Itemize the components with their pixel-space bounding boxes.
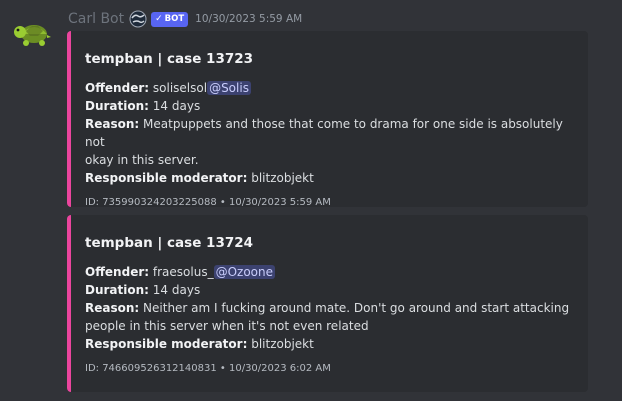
duration-label: Duration: bbox=[85, 283, 149, 297]
reason-value-continued: okay in this server. bbox=[85, 153, 199, 167]
reason-value-continued: people in this server when it's not even… bbox=[85, 319, 369, 333]
offender-name: fraesolus_ bbox=[152, 265, 214, 279]
moderator-field: Responsible moderator: blitzobjekt bbox=[85, 169, 576, 187]
offender-mention[interactable]: @Ozoone bbox=[213, 265, 275, 279]
reason-field: Reason: Neither am I fucking around mate… bbox=[85, 299, 576, 317]
message-timestamp: 10/30/2023 5:59 AM bbox=[195, 13, 303, 25]
embed-card: tempban | case 13723 Offender: soliselso… bbox=[67, 31, 588, 208]
chat-message: Carl Bot ✓ BOT 10/30/2023 5:59 AM tempba… bbox=[0, 0, 622, 401]
moderator-value: blitzobjekt bbox=[251, 337, 314, 351]
offender-field: Offender: soliselsol @Solis bbox=[85, 79, 576, 97]
duration-value: 14 days bbox=[152, 283, 201, 297]
offender-field: Offender: fraesolus_ @Ozoone bbox=[85, 263, 576, 281]
reason-label: Reason: bbox=[85, 117, 140, 131]
moderator-value: blitzobjekt bbox=[251, 171, 314, 185]
moderator-field: Responsible moderator: blitzobjekt bbox=[85, 335, 576, 353]
offender-mention[interactable]: @Solis bbox=[207, 81, 251, 95]
moderator-label: Responsible moderator: bbox=[85, 337, 248, 351]
checkmark-icon: ✓ bbox=[155, 14, 163, 24]
embed-title: tempban | case 13723 bbox=[85, 51, 254, 67]
turtle-avatar-icon[interactable] bbox=[12, 12, 52, 52]
duration-value: 14 days bbox=[152, 99, 201, 113]
reason-value: Neither am I fucking around mate. Don't … bbox=[143, 301, 570, 315]
bot-tag: ✓ BOT bbox=[151, 11, 189, 27]
offender-name: soliselsol bbox=[152, 81, 208, 95]
moderator-label: Responsible moderator: bbox=[85, 171, 248, 185]
bot-tag-label: BOT bbox=[164, 14, 185, 24]
embed-title: tempban | case 13724 bbox=[85, 235, 254, 251]
embed-footer: ID: 735990324203225088 • 10/30/2023 5:59… bbox=[85, 197, 331, 208]
embed-footer: ID: 746609526312140831 • 10/30/2023 6:02… bbox=[85, 363, 331, 374]
embed-card: tempban | case 13724 Offender: fraesolus… bbox=[67, 215, 588, 392]
globe-icon bbox=[129, 10, 147, 28]
reason-label: Reason: bbox=[85, 301, 140, 315]
duration-label: Duration: bbox=[85, 99, 149, 113]
duration-field: Duration: 14 days bbox=[85, 97, 576, 115]
offender-label: Offender: bbox=[85, 265, 150, 279]
reason-value: Meatpuppets and those that come to drama… bbox=[85, 117, 563, 149]
duration-field: Duration: 14 days bbox=[85, 281, 576, 299]
message-header: Carl Bot ✓ BOT 10/30/2023 5:59 AM bbox=[68, 9, 302, 29]
reason-field: Reason: Meatpuppets and those that come … bbox=[85, 115, 576, 151]
username[interactable]: Carl Bot bbox=[68, 11, 124, 27]
offender-label: Offender: bbox=[85, 81, 150, 95]
